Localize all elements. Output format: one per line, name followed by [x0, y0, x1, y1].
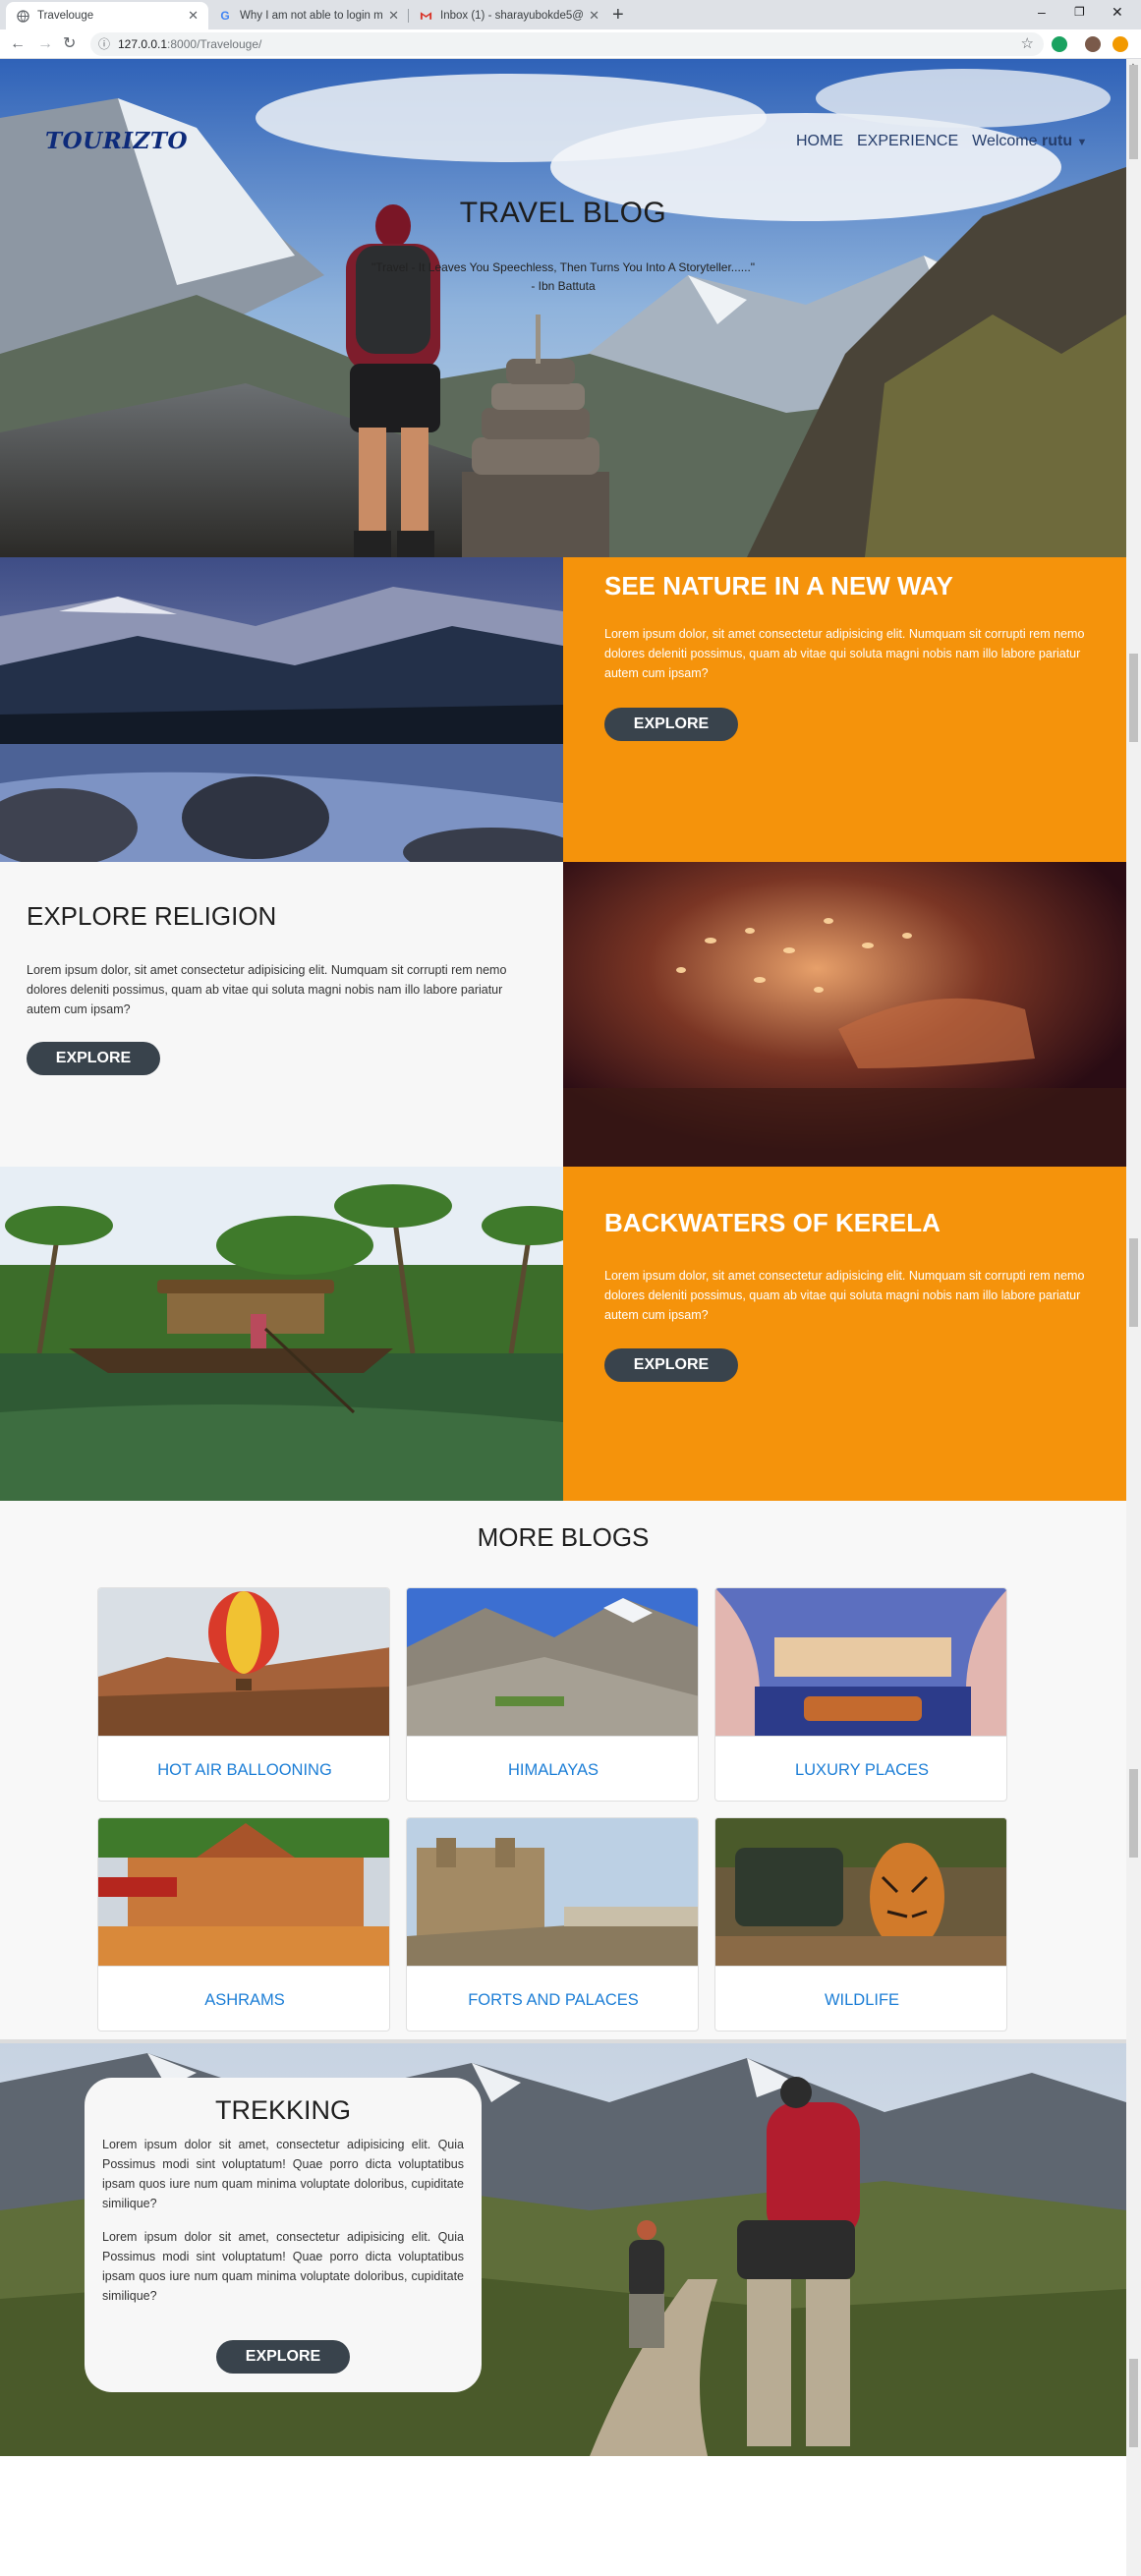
- feature-title: BACKWATERS OF KERELA: [604, 1208, 941, 1237]
- blog-card-ashrams[interactable]: ASHRAMS: [97, 1817, 390, 2032]
- ashrams-image: [98, 1818, 389, 1966]
- blog-card-title[interactable]: ASHRAMS: [98, 1966, 389, 2031]
- info-icon[interactable]: ⓘ: [98, 35, 110, 52]
- explore-backwaters-button[interactable]: EXPLORE: [604, 1348, 738, 1382]
- page-scrollbar[interactable]: ▲: [1126, 59, 1141, 2576]
- luxury-places-image: [715, 1588, 1006, 1736]
- url-text[interactable]: 127.0.0.1:8000/Travelouge/: [118, 37, 261, 51]
- hero-section: TOURIZTO HOME EXPERIENCE Welcome rutu ▼ …: [0, 59, 1126, 557]
- browser-tab-gmail[interactable]: Inbox (1) - sharayubokde5@gma ✕: [409, 2, 609, 29]
- forward-arrow-icon[interactable]: →: [37, 34, 53, 54]
- scrollbar-thumb[interactable]: [1129, 1238, 1138, 1327]
- feature-text: Lorem ipsum dolor, sit amet consectetur …: [604, 1269, 1085, 1322]
- forts-and-palaces-image: [407, 1818, 698, 1966]
- feature-title: EXPLORE RELIGION: [27, 901, 277, 931]
- tab-title: Inbox (1) - sharayubokde5@gma: [440, 10, 584, 22]
- window-close-icon[interactable]: ✕: [1112, 4, 1123, 21]
- blog-card-luxury-places[interactable]: LUXURY PLACES: [714, 1587, 1007, 1802]
- browser-toolbar: ← → ↻ ⓘ 127.0.0.1:8000/Travelouge/ ☆: [0, 29, 1141, 59]
- minimize-icon[interactable]: –: [1038, 4, 1046, 20]
- nav-home-link[interactable]: HOME: [796, 133, 843, 150]
- notification-badge-icon[interactable]: [1112, 36, 1128, 52]
- page-title: TRAVEL BLOG: [459, 197, 667, 229]
- back-arrow-icon[interactable]: ←: [10, 34, 26, 54]
- blog-card-title[interactable]: FORTS AND PALACES: [407, 1966, 698, 2031]
- grammarly-extension-icon[interactable]: [1052, 36, 1067, 52]
- trekking-section: TREKKING Lorem ipsum dolor sit amet, con…: [0, 2043, 1126, 2456]
- blog-card-title[interactable]: WILDLIFE: [715, 1966, 1006, 2031]
- tab-title: Why I am not able to login my a: [240, 10, 383, 22]
- feature-religion-panel: EXPLORE RELIGION Lorem ipsum dolor, sit …: [0, 862, 563, 1167]
- hot-air-balloon-image: [98, 1588, 389, 1736]
- close-tab-icon[interactable]: ✕: [388, 8, 399, 24]
- browser-tab-strip: Travelouge ✕ G Why I am not able to logi…: [0, 0, 1141, 29]
- new-tab-plus-icon[interactable]: +: [612, 4, 624, 26]
- blog-card-title[interactable]: HOT AIR BALLOONING: [98, 1736, 389, 1801]
- scrollbar-thumb[interactable]: [1129, 65, 1138, 159]
- address-bar[interactable]: ⓘ 127.0.0.1:8000/Travelouge/ ☆: [90, 32, 1044, 56]
- site-logo[interactable]: TOURIZTO: [45, 128, 188, 154]
- browser-tab-google[interactable]: G Why I am not able to login my a ✕: [208, 2, 409, 29]
- main-nav: HOME EXPERIENCE Welcome rutu ▼: [796, 133, 1087, 150]
- gmail-icon: [419, 9, 432, 23]
- browser-tab-travelouge[interactable]: Travelouge ✕: [6, 2, 208, 29]
- close-tab-icon[interactable]: ✕: [589, 8, 599, 24]
- aarti-ceremony-image: [563, 862, 1126, 1167]
- bookmark-star-icon[interactable]: ☆: [1021, 34, 1034, 52]
- blog-card-title[interactable]: HIMALAYAS: [407, 1736, 698, 1801]
- scrollbar-thumb[interactable]: [1129, 654, 1138, 742]
- blog-card-wildlife[interactable]: WILDLIFE: [714, 1817, 1007, 2032]
- hero-quote: "Travel - It Leaves You Speechless, Then…: [371, 260, 756, 274]
- feature-text: Lorem ipsum dolor, sit amet consectetur …: [604, 627, 1085, 680]
- globe-icon: [16, 9, 29, 23]
- blog-card-forts-and-palaces[interactable]: FORTS AND PALACES: [406, 1817, 699, 2032]
- feature-backwaters-panel: BACKWATERS OF KERELA Lorem ipsum dolor, …: [563, 1167, 1126, 1501]
- feature-text: Lorem ipsum dolor, sit amet consectetur …: [27, 963, 507, 1016]
- welcome-label: Welcome: [972, 133, 1038, 149]
- explore-religion-button[interactable]: EXPLORE: [27, 1042, 160, 1075]
- user-menu-dropdown[interactable]: Welcome rutu ▼: [972, 133, 1087, 150]
- close-tab-icon[interactable]: ✕: [188, 8, 199, 24]
- section-title: MORE BLOGS: [477, 1522, 650, 1552]
- hero-quote-author: - Ibn Battuta: [531, 279, 596, 293]
- trekking-text-2: Lorem ipsum dolor sit amet, consectetur …: [102, 2230, 464, 2303]
- blog-card-himalayas[interactable]: HIMALAYAS: [406, 1587, 699, 1802]
- scrollbar-thumb[interactable]: [1129, 1769, 1138, 1858]
- profile-avatar[interactable]: [1085, 36, 1101, 52]
- wildlife-tiger-image: [715, 1818, 1006, 1966]
- caret-down-icon: ▼: [1076, 137, 1088, 148]
- restore-icon[interactable]: ❐: [1074, 5, 1085, 19]
- trekking-title: TREKKING: [214, 2095, 352, 2125]
- explore-nature-button[interactable]: EXPLORE: [604, 708, 738, 741]
- kerala-houseboat-image: [0, 1167, 563, 1501]
- username: rutu: [1041, 133, 1073, 149]
- blog-card-hot-air-ballooning[interactable]: HOT AIR BALLOONING: [97, 1587, 390, 1802]
- trekking-text-1: Lorem ipsum dolor sit amet, consectetur …: [102, 2138, 464, 2210]
- explore-trekking-button[interactable]: EXPLORE: [216, 2340, 350, 2374]
- nav-experience-link[interactable]: EXPERIENCE: [857, 133, 958, 150]
- scrollbar-thumb[interactable]: [1129, 2359, 1138, 2447]
- feature-title: SEE NATURE IN A NEW WAY: [604, 571, 953, 601]
- himalayas-image: [407, 1588, 698, 1736]
- page-viewport[interactable]: TOURIZTO HOME EXPERIENCE Welcome rutu ▼ …: [0, 59, 1126, 2576]
- trekking-card: TREKKING Lorem ipsum dolor sit amet, con…: [85, 2078, 482, 2392]
- more-blogs-section: MORE BLOGS HOT AIR BALLOONING HIMALAYAS …: [0, 1501, 1126, 2039]
- google-icon: G: [220, 9, 230, 23]
- blog-card-title[interactable]: LUXURY PLACES: [715, 1736, 1006, 1801]
- river-mountain-image: [0, 557, 563, 862]
- feature-nature-panel: SEE NATURE IN A NEW WAY Lorem ipsum dolo…: [563, 557, 1126, 862]
- reload-icon[interactable]: ↻: [63, 34, 76, 54]
- tab-title: Travelouge: [37, 10, 94, 22]
